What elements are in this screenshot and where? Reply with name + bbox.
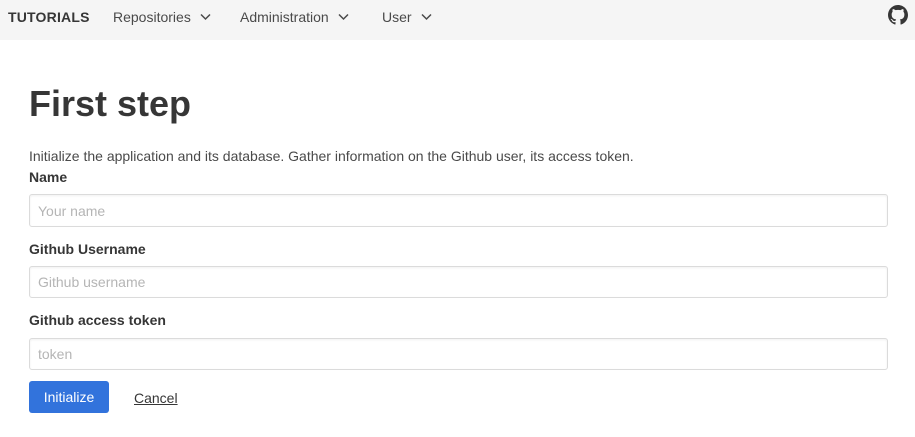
nav-item-repositories[interactable]: Repositories: [113, 9, 211, 25]
name-input[interactable]: [29, 194, 888, 227]
brand-logo[interactable]: TUTORIALS: [8, 9, 90, 25]
nav-item-label: Repositories: [113, 9, 191, 25]
chevron-down-icon: [200, 13, 211, 21]
github-token-input[interactable]: [29, 338, 888, 370]
page-subtitle: Initialize the application and its datab…: [29, 148, 634, 164]
nav-item-user[interactable]: User: [382, 9, 432, 25]
github-username-label: Github Username: [29, 241, 146, 257]
nav-item-administration[interactable]: Administration: [240, 9, 349, 25]
navbar: TUTORIALS Repositories Administration Us…: [0, 0, 915, 40]
nav-item-label: Administration: [240, 9, 329, 25]
github-icon[interactable]: [888, 5, 908, 25]
initialize-button[interactable]: Initialize: [29, 381, 109, 413]
cancel-link[interactable]: Cancel: [134, 390, 178, 406]
name-label: Name: [29, 169, 68, 185]
github-username-input[interactable]: [29, 266, 888, 298]
page-title: First step: [29, 83, 192, 124]
chevron-down-icon: [421, 13, 432, 21]
github-token-label: Github access token: [29, 312, 166, 328]
nav-item-label: User: [382, 9, 412, 25]
chevron-down-icon: [338, 13, 349, 21]
